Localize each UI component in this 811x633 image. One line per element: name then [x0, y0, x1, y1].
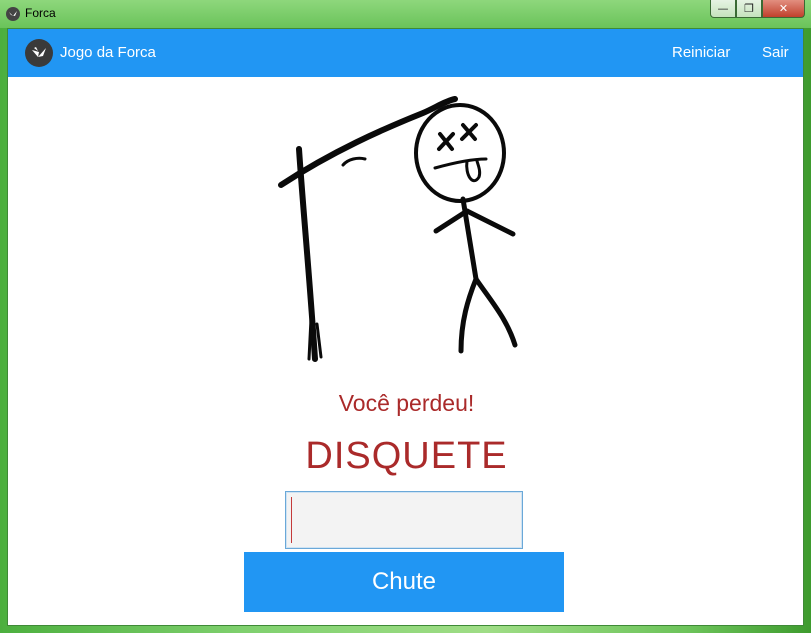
- hangman-left-leg: [458, 276, 479, 354]
- app-content: Jogo da Forca Reiniciar Sair Você perdeu…: [7, 28, 804, 626]
- kivy-logo-icon: [6, 7, 20, 21]
- hangman-drawing: [278, 96, 518, 362]
- hangman-head: [414, 103, 506, 203]
- maximize-button[interactable]: ❐: [736, 0, 762, 18]
- window-titlebar[interactable]: Forca — ❐ ✕: [0, 0, 811, 28]
- minimize-button[interactable]: —: [710, 0, 736, 18]
- hangman-left-arm: [433, 208, 470, 234]
- window-title: Forca: [25, 6, 56, 20]
- hangman-tongue: [465, 159, 482, 183]
- close-icon: ✕: [778, 2, 789, 15]
- app-window: Forca — ❐ ✕ Jogo da Forca Reiniciar Sair: [0, 0, 811, 633]
- text-caret: [291, 497, 292, 543]
- secret-word: DISQUETE: [305, 435, 508, 477]
- x-eye-right: [460, 123, 478, 141]
- gallows-beam: [278, 96, 458, 188]
- x-eye-left: [437, 132, 455, 151]
- minimize-icon: —: [717, 2, 729, 15]
- restart-button[interactable]: Reiniciar: [672, 44, 730, 61]
- close-button[interactable]: ✕: [762, 0, 805, 18]
- gallows-post: [296, 146, 318, 362]
- action-bar: Jogo da Forca Reiniciar Sair: [8, 29, 803, 77]
- window-controls: — ❐ ✕: [710, 0, 805, 20]
- guess-button[interactable]: Chute: [244, 552, 564, 612]
- game-status: Você perdeu!: [338, 390, 475, 416]
- kivy-logo-icon: [25, 39, 53, 67]
- hangman-right-arm: [464, 208, 516, 237]
- hangman-right-leg: [473, 276, 518, 348]
- maximize-icon: ❐: [744, 2, 754, 15]
- exit-button[interactable]: Sair: [762, 44, 789, 61]
- guess-input[interactable]: [285, 491, 523, 549]
- app-title: Jogo da Forca: [60, 44, 156, 61]
